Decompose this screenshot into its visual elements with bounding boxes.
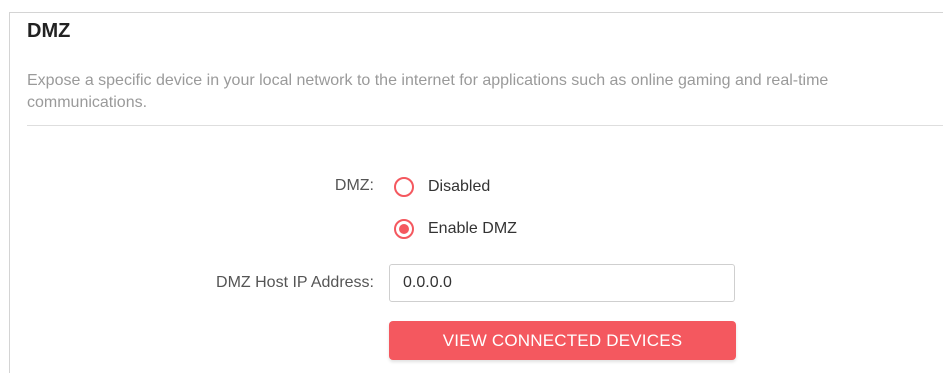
section-description: Expose a specific device in your local n… [27,72,829,111]
radio-label-disabled: Disabled [428,178,491,195]
radio-unchecked-icon[interactable] [394,177,414,197]
radio-option-enable-dmz[interactable]: Enable DMZ [394,218,517,240]
section-title: DMZ [27,20,71,42]
left-divider [9,12,10,373]
radio-label-enable-dmz: Enable DMZ [428,220,517,237]
radio-checked-icon[interactable] [394,219,414,239]
top-divider [10,12,943,13]
description-divider [27,125,943,126]
view-connected-devices-button[interactable]: VIEW CONNECTED DEVICES [389,321,736,360]
host-ip-input[interactable] [389,264,735,302]
dmz-label: DMZ: [334,177,374,194]
radio-option-disabled[interactable]: Disabled [394,176,490,198]
host-ip-label: DMZ Host IP Address: [216,274,374,291]
dmz-settings-panel: DMZ Expose a specific device in your loc… [0,0,943,373]
